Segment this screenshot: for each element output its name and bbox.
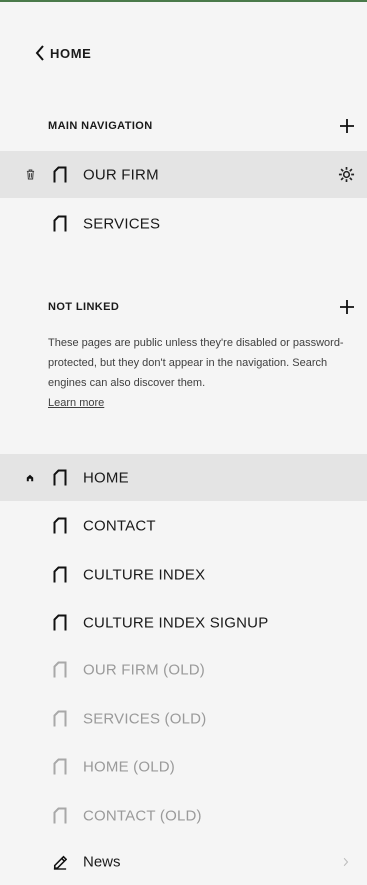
not-linked-item-our-firm-old[interactable]: OUR FIRM (OLD) bbox=[0, 646, 367, 693]
main-navigation-header: MAIN NAVIGATION bbox=[48, 116, 357, 136]
chevron-left-icon bbox=[35, 45, 44, 61]
plus-icon bbox=[340, 119, 354, 133]
page-icon bbox=[53, 469, 67, 485]
nav-item-label: OUR FIRM (OLD) bbox=[83, 661, 205, 678]
not-linked-title: NOT LINKED bbox=[48, 301, 120, 313]
nav-item-label: CONTACT bbox=[83, 517, 156, 534]
home-icon bbox=[25, 472, 35, 484]
nav-item-label: CULTURE INDEX bbox=[83, 566, 206, 583]
add-page-not-linked-button[interactable] bbox=[337, 297, 357, 317]
not-linked-item-home-old[interactable]: HOME (OLD) bbox=[0, 743, 367, 790]
plus-icon bbox=[340, 300, 354, 314]
nav-item-label: News bbox=[83, 853, 121, 870]
back-label: HOME bbox=[50, 45, 92, 61]
not-linked-item-home[interactable]: HOME bbox=[0, 454, 367, 501]
page-icon bbox=[53, 758, 67, 774]
page-icon bbox=[53, 566, 67, 582]
blog-pen-icon bbox=[53, 855, 67, 870]
nav-item-services[interactable]: SERVICES bbox=[0, 200, 367, 247]
not-linked-item-contact[interactable]: CONTACT bbox=[0, 502, 367, 549]
page-icon bbox=[53, 215, 67, 231]
not-linked-item-news[interactable]: News bbox=[0, 838, 367, 885]
back-home-button[interactable]: HOME bbox=[35, 42, 91, 64]
chevron-right-icon bbox=[337, 853, 355, 871]
not-linked-item-contact-old[interactable]: CONTACT (OLD) bbox=[0, 792, 367, 839]
not-linked-item-culture-index[interactable]: CULTURE INDEX bbox=[0, 551, 367, 598]
page-icon bbox=[53, 614, 67, 630]
main-navigation-title: MAIN NAVIGATION bbox=[48, 120, 153, 132]
page-icon bbox=[53, 710, 67, 726]
trash-icon[interactable] bbox=[25, 169, 35, 181]
not-linked-description: These pages are public unless they're di… bbox=[48, 333, 353, 413]
top-accent-line bbox=[0, 0, 367, 2]
nav-item-label: CONTACT (OLD) bbox=[83, 807, 202, 824]
nav-item-label: SERVICES (OLD) bbox=[83, 710, 207, 727]
page-icon bbox=[53, 661, 67, 677]
nav-item-our-firm[interactable]: OUR FIRM bbox=[0, 151, 367, 198]
page-icon bbox=[53, 166, 67, 182]
gear-icon[interactable] bbox=[337, 166, 355, 184]
learn-more-link[interactable]: Learn more bbox=[48, 393, 104, 413]
not-linked-item-services-old[interactable]: SERVICES (OLD) bbox=[0, 695, 367, 742]
nav-item-label: OUR FIRM bbox=[83, 166, 159, 183]
nav-item-label: SERVICES bbox=[83, 215, 161, 232]
page-icon bbox=[53, 807, 67, 823]
description-text: These pages are public unless they're di… bbox=[48, 337, 344, 389]
nav-item-label: HOME (OLD) bbox=[83, 758, 175, 775]
add-page-main-navigation-button[interactable] bbox=[337, 116, 357, 136]
nav-item-label: CULTURE INDEX SIGNUP bbox=[83, 614, 269, 631]
page-icon bbox=[53, 517, 67, 533]
nav-item-label: HOME bbox=[83, 469, 129, 486]
not-linked-header: NOT LINKED bbox=[48, 297, 357, 317]
not-linked-item-culture-index-signup[interactable]: CULTURE INDEX SIGNUP bbox=[0, 599, 367, 646]
